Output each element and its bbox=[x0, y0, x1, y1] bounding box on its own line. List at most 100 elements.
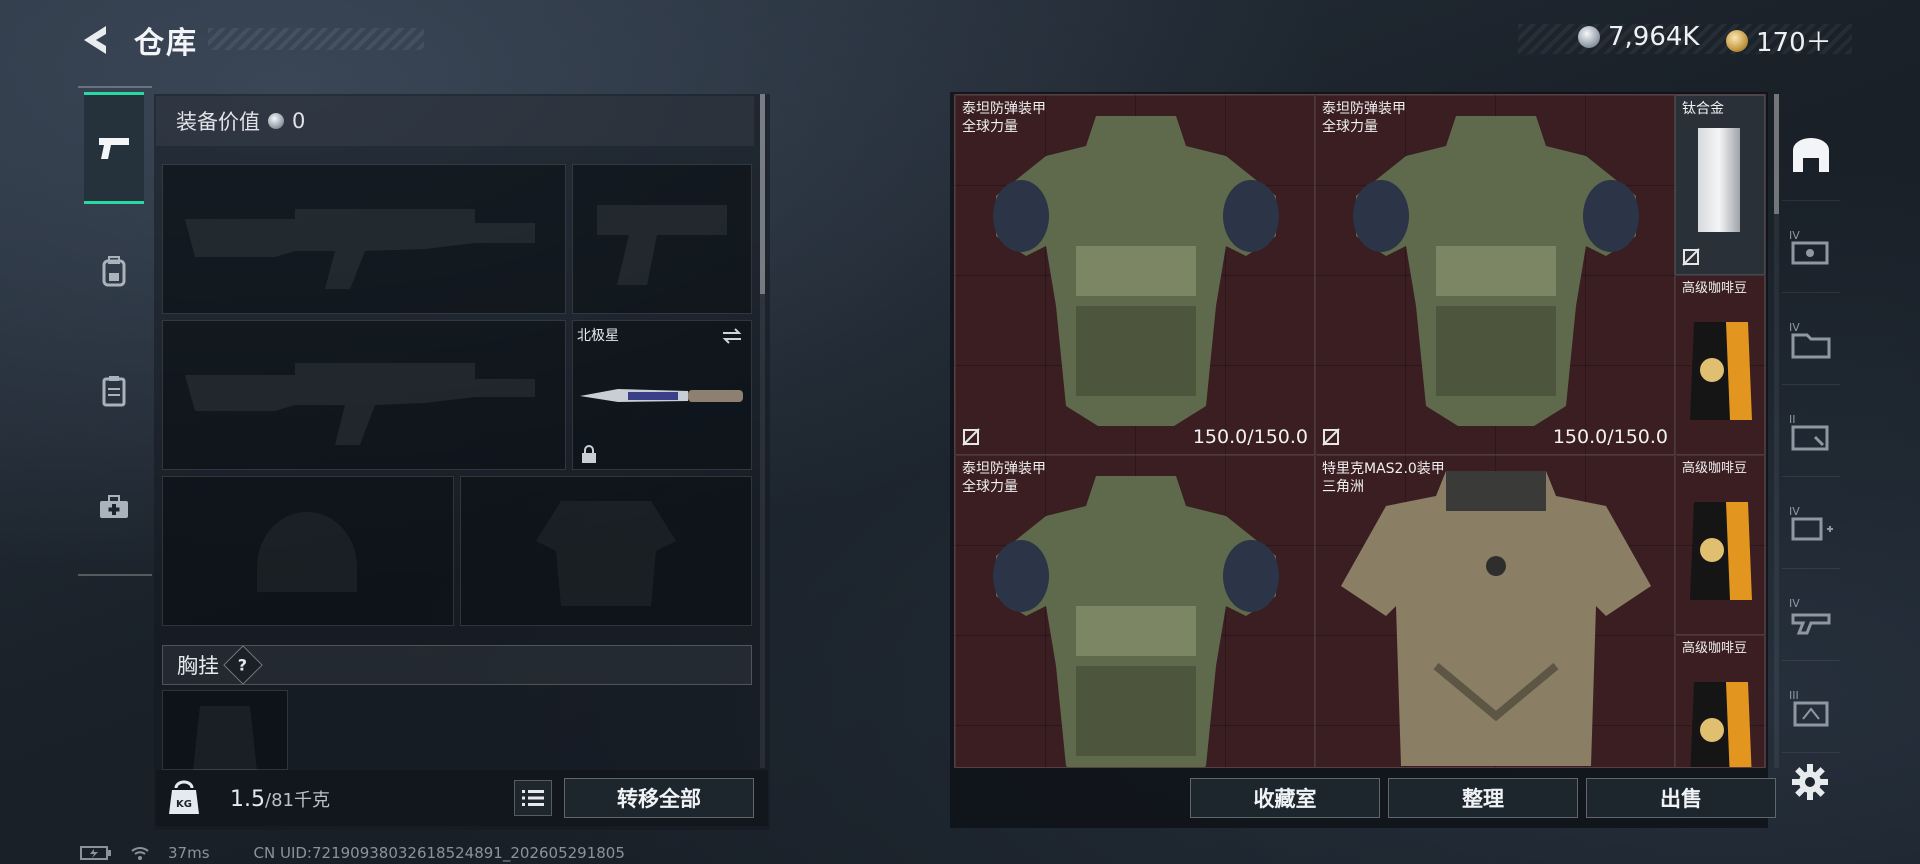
chest-rig-slot[interactable] bbox=[162, 690, 288, 771]
helmet-slot[interactable] bbox=[162, 476, 454, 626]
help-icon[interactable]: ? bbox=[223, 645, 263, 685]
backpack-icon bbox=[102, 256, 126, 287]
no-trade-icon bbox=[1322, 428, 1340, 446]
storage-item-titan-armor-2[interactable]: 泰坦防弹装甲 全球力量 150.0/150.0 bbox=[1315, 95, 1675, 455]
item-name: 高级咖啡豆 bbox=[1682, 281, 1748, 296]
storage-home-tab[interactable] bbox=[1782, 110, 1840, 201]
back-arrow-icon[interactable] bbox=[78, 22, 114, 58]
storage-tab-folder[interactable]: IV bbox=[1782, 294, 1840, 385]
sidearm-slot[interactable] bbox=[572, 164, 752, 314]
storage-tab-gun-case[interactable]: IV bbox=[1782, 570, 1840, 661]
gold-coin-icon bbox=[1726, 29, 1748, 52]
title-decoration bbox=[208, 28, 424, 50]
storage-home-icon bbox=[1793, 138, 1829, 172]
list-icon bbox=[522, 790, 544, 806]
item-name: 高级咖啡豆 bbox=[1682, 461, 1748, 476]
primary-weapon-slot-2[interactable] bbox=[162, 320, 566, 470]
swap-icon[interactable] bbox=[721, 327, 743, 345]
no-trade-icon bbox=[962, 428, 980, 446]
folder-icon: IV bbox=[1789, 321, 1831, 359]
battery-icon bbox=[80, 846, 111, 860]
storage-tab-ammo[interactable]: IV bbox=[1782, 202, 1840, 293]
storage-item-camo-armor[interactable]: 特里克MAS2.0装甲 三角洲 bbox=[1315, 455, 1675, 767]
user-uid: CN UID:72190938032618524891_202605291805 bbox=[253, 844, 625, 862]
camo-armor-icon bbox=[1341, 471, 1651, 766]
melee-slot[interactable]: 北极星 bbox=[572, 320, 752, 470]
tab-backpack[interactable] bbox=[84, 218, 144, 324]
vest-icon bbox=[102, 376, 126, 407]
collection-room-button[interactable]: 收藏室 bbox=[1190, 778, 1380, 818]
page-title: 仓库 bbox=[134, 26, 198, 61]
storage-tab-box[interactable]: III bbox=[1782, 662, 1840, 753]
primary-weapon-slot-1[interactable] bbox=[162, 164, 566, 314]
tab-weapons[interactable] bbox=[84, 92, 144, 204]
ammo-box-icon: IV bbox=[1789, 229, 1829, 265]
item-durability: 150.0/150.0 bbox=[1552, 426, 1668, 448]
tab-chest-rig[interactable] bbox=[84, 338, 144, 444]
loadout-category-nav bbox=[78, 86, 152, 576]
weight-capacity: /81千克 bbox=[265, 790, 330, 811]
knife-icon bbox=[580, 389, 743, 402]
coffee-bag-icon bbox=[1690, 502, 1752, 600]
tab-medkit[interactable] bbox=[84, 454, 144, 560]
silver-coin-icon bbox=[268, 113, 284, 129]
gear-icon[interactable] bbox=[1790, 762, 1830, 802]
storage-item-coffee-3[interactable]: 高级咖啡豆 bbox=[1675, 635, 1765, 767]
transfer-all-button[interactable]: 转移全部 bbox=[564, 778, 754, 818]
storage-item-titan-armor-3[interactable]: 泰坦防弹装甲 全球力量 bbox=[955, 455, 1315, 767]
current-weight: 1.5 bbox=[230, 787, 265, 812]
storage-item-coffee-1[interactable]: 高级咖啡豆 bbox=[1675, 275, 1765, 455]
item-durability: 150.0/150.0 bbox=[1192, 426, 1308, 448]
titan-armor-icon bbox=[993, 116, 1279, 426]
sell-button[interactable]: 出售 bbox=[1586, 778, 1776, 818]
svg-text:KG: KG bbox=[176, 799, 192, 810]
list-view-button[interactable] bbox=[514, 780, 552, 816]
silver-amount: 7,964K bbox=[1608, 22, 1700, 52]
organize-button[interactable]: 整理 bbox=[1388, 778, 1578, 818]
item-name: 钛合金 bbox=[1682, 101, 1724, 117]
vest-icon bbox=[193, 706, 257, 771]
silver-coin-icon bbox=[1578, 26, 1600, 48]
storage-item-titan-armor-1[interactable]: 泰坦防弹装甲 全球力量 150.0/150.0 bbox=[955, 95, 1315, 455]
gold-currency[interactable]: 170＋ bbox=[1726, 22, 1832, 59]
weight-icon: KG bbox=[169, 780, 199, 814]
armor-icon bbox=[536, 501, 676, 606]
body-armor-slot[interactable] bbox=[460, 476, 752, 626]
equipment-value-bar: 装备价值 0 bbox=[156, 96, 754, 146]
storage-scrollbar[interactable] bbox=[1774, 94, 1779, 768]
coffee-bag-icon bbox=[1690, 682, 1752, 767]
svg-text:IV: IV bbox=[1789, 505, 1800, 518]
storage-tab-card[interactable]: II bbox=[1782, 386, 1840, 477]
chest-rig-label: 胸挂 bbox=[177, 654, 219, 678]
wifi-icon bbox=[131, 847, 149, 860]
storage-item-titanium[interactable]: 钛合金 bbox=[1675, 95, 1765, 275]
titan-armor-icon bbox=[1353, 116, 1639, 426]
box-icon: III bbox=[1789, 689, 1829, 727]
storage-category-nav: IV IV II IV IV III bbox=[1782, 110, 1840, 826]
equipment-value-label: 装备价值 bbox=[176, 110, 260, 134]
status-bar: 37ms CN UID:72190938032618524891_2026052… bbox=[80, 844, 625, 862]
rifle-icon bbox=[185, 209, 535, 289]
item-name: 高级咖啡豆 bbox=[1682, 641, 1748, 656]
storage-item-coffee-2[interactable]: 高级咖啡豆 bbox=[1675, 455, 1765, 635]
storage-tab-medical[interactable]: IV bbox=[1782, 478, 1840, 569]
pistol-icon bbox=[597, 205, 727, 285]
gold-amount: 170＋ bbox=[1756, 28, 1832, 58]
rifle-icon bbox=[185, 363, 535, 445]
svg-text:IV: IV bbox=[1789, 321, 1800, 334]
chest-rig-section: 胸挂 ? bbox=[162, 645, 752, 685]
gun-case-icon: IV bbox=[1789, 597, 1831, 635]
svg-text:IV: IV bbox=[1789, 597, 1800, 610]
melee-name: 北极星 bbox=[577, 328, 619, 344]
carry-weight: 1.5/81千克 bbox=[230, 786, 330, 812]
helmet-icon bbox=[257, 512, 357, 592]
loadout-scrollbar[interactable] bbox=[760, 94, 765, 768]
medkit-icon bbox=[100, 495, 128, 518]
svg-text:II: II bbox=[1789, 413, 1796, 426]
equipment-value: 0 bbox=[292, 109, 306, 133]
medical-icon: IV bbox=[1789, 505, 1833, 541]
svg-text:IV: IV bbox=[1789, 229, 1800, 242]
silver-currency[interactable]: 7,964K bbox=[1578, 22, 1699, 52]
coffee-bag-icon bbox=[1690, 322, 1752, 420]
card-icon: II bbox=[1789, 413, 1829, 451]
